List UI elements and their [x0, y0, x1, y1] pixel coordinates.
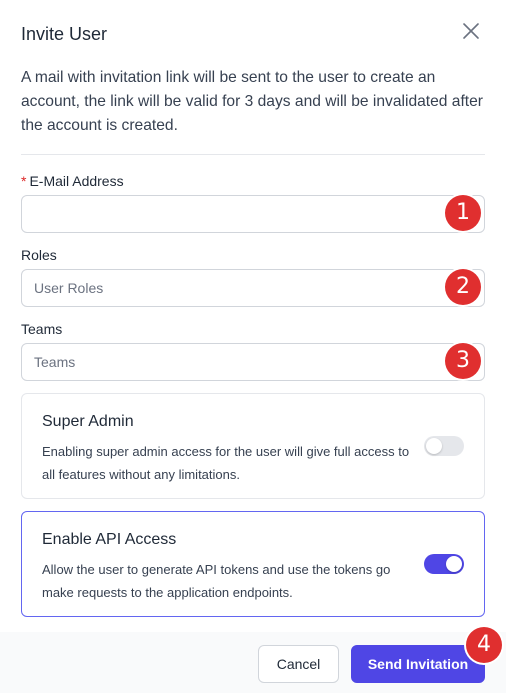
dialog-header: Invite User [21, 22, 485, 46]
invite-user-dialog: Invite User A mail with invitation link … [0, 0, 506, 693]
dialog-description: A mail with invitation link will be sent… [21, 69, 484, 134]
api-access-toggle[interactable] [424, 554, 464, 574]
step-badge-1: 1 [445, 195, 481, 231]
send-invitation-button[interactable]: Send Invitation [351, 645, 485, 683]
roles-placeholder: User Roles [34, 280, 104, 296]
cancel-button[interactable]: Cancel [258, 645, 339, 683]
teams-select[interactable]: Teams [21, 343, 485, 381]
close-button[interactable] [460, 20, 482, 42]
api-access-title: Enable API Access [42, 531, 177, 548]
divider [21, 154, 485, 155]
super-admin-card: Super Admin Enabling super admin access … [21, 393, 485, 499]
toggle-knob [446, 556, 462, 572]
roles-select[interactable]: User Roles [21, 269, 485, 307]
step-badge-3: 3 [445, 343, 481, 379]
super-admin-toggle[interactable] [424, 436, 464, 456]
toggle-knob [426, 438, 442, 454]
email-input[interactable] [21, 195, 485, 233]
email-label-text: E-Mail Address [29, 173, 124, 189]
super-admin-title: Super Admin [42, 413, 134, 430]
api-access-card: Enable API Access Allow the user to gene… [21, 511, 485, 617]
teams-placeholder: Teams [34, 354, 76, 370]
email-label: * E-Mail Address [21, 172, 124, 190]
step-badge-4: 4 [466, 627, 502, 663]
api-access-description: Allow the user to generate API tokens an… [42, 562, 391, 600]
required-mark: * [21, 173, 27, 189]
roles-label: Roles [21, 247, 57, 263]
super-admin-description: Enabling super admin access for the user… [42, 444, 410, 482]
close-icon [463, 23, 479, 39]
teams-label: Teams [21, 321, 63, 337]
dialog-title: Invite User [21, 24, 108, 44]
step-badge-2: 2 [445, 269, 481, 305]
